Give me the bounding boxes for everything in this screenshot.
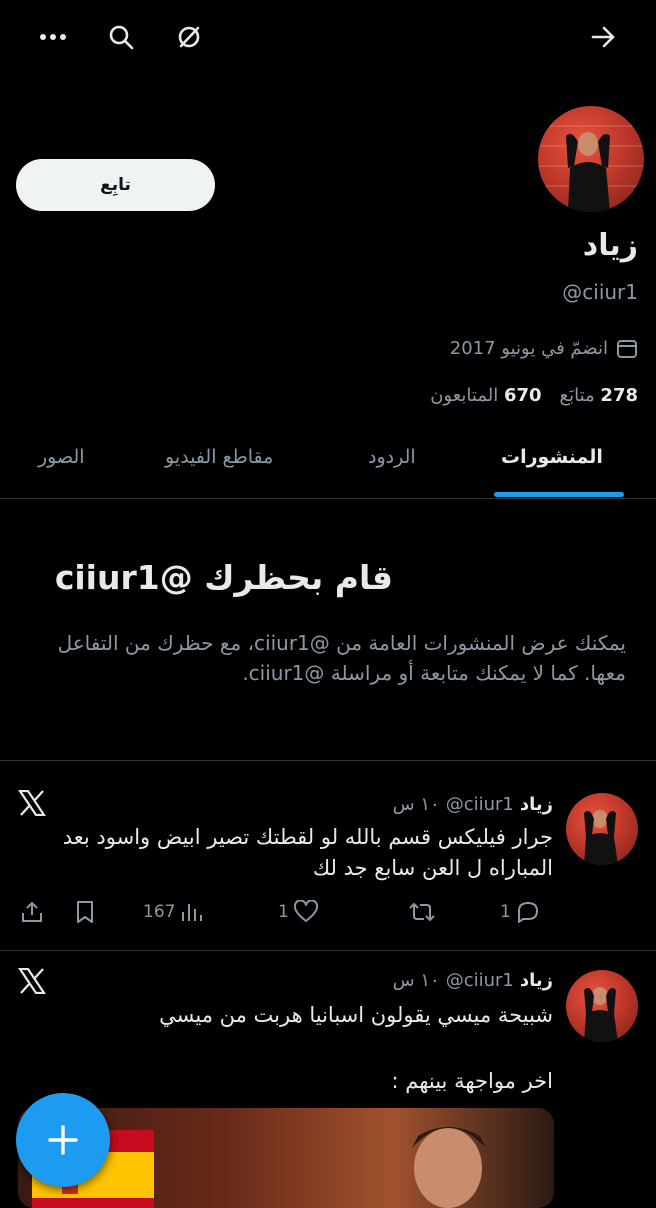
divider [0, 950, 656, 951]
post-text: جرار فيليكس قسم بالله لو لقطتك تصير ابيض… [62, 825, 553, 880]
profile-name: زياد [582, 228, 638, 263]
profile-avatar[interactable] [535, 103, 647, 215]
x-logo-icon [18, 790, 46, 816]
post-author-handle: @ciiur1 [445, 794, 514, 815]
view-count: 167 [143, 902, 176, 922]
blocked-body: يمكنك عرض المنشورات العامة من @ciiur1، م… [57, 631, 626, 685]
post-time: ١٠ س [392, 794, 440, 815]
post-avatar[interactable] [566, 970, 638, 1042]
share-icon [22, 901, 42, 922]
post-avatar[interactable] [566, 793, 638, 865]
tab-videos[interactable]: مقاطع الفيديو [165, 446, 273, 468]
views-button[interactable]: 167 [143, 900, 203, 924]
forward-arrow-icon [591, 26, 615, 48]
more-icon [40, 34, 66, 40]
share-button[interactable] [20, 900, 44, 924]
post-author-name[interactable]: زياد [520, 970, 553, 991]
post-text-line: اخر مواجهة بينهم : [391, 1069, 553, 1093]
repost-icon [409, 902, 435, 922]
divider [0, 760, 656, 761]
active-tab-indicator [494, 492, 624, 497]
follow-button[interactable]: تابِع [16, 159, 215, 211]
no-sync-icon [178, 26, 200, 48]
x-logo-icon [18, 968, 46, 994]
bookmark-button[interactable] [74, 900, 96, 924]
more-options-button[interactable] [36, 20, 70, 54]
profile-tabs: المنشورات الردود مقاطع الفيديو الصور [0, 430, 656, 499]
post-time: ١٠ س [392, 970, 440, 991]
blocked-title: قام بحظرك @ciiur1 [54, 558, 393, 597]
search-button[interactable] [104, 20, 138, 54]
heart-icon [293, 900, 318, 922]
person-photo-icon [584, 810, 618, 865]
post-author-name[interactable]: زياد [520, 794, 553, 815]
search-icon [109, 25, 134, 50]
tab-replies[interactable]: الردود [368, 446, 416, 468]
join-date: انضمّ في يونيو 2017 [450, 337, 638, 359]
reply-count: 1 [500, 902, 511, 922]
tab-posts[interactable]: المنشورات [501, 446, 603, 468]
reply-button[interactable]: 1 [500, 900, 541, 924]
back-button[interactable] [586, 20, 620, 54]
bookmark-icon [77, 901, 93, 923]
person-photo-icon [584, 987, 618, 1042]
plus-icon [48, 1125, 78, 1155]
post-author-handle: @ciiur1 [445, 970, 514, 991]
following-link[interactable]: 278 متابَع [560, 385, 638, 406]
tab-photos[interactable]: الصور [38, 446, 85, 468]
like-button[interactable]: 1 [278, 900, 319, 924]
reply-icon [517, 902, 538, 923]
post-header: زياد @ciiur1 ١٠ س [393, 794, 553, 815]
join-date-text: انضمّ في يونيو 2017 [449, 337, 608, 359]
compose-post-button[interactable] [16, 1093, 110, 1187]
person-photo-icon [538, 125, 644, 212]
like-count: 1 [278, 902, 289, 922]
player-photo-icon [412, 1127, 486, 1208]
post-header: زياد @ciiur1 ١٠ س [393, 970, 553, 991]
views-icon [182, 904, 203, 921]
grok-button[interactable] [172, 20, 206, 54]
post-text: شبيحة ميسي يقولون اسبانيا هربت من ميسي [159, 1003, 553, 1027]
followers-link[interactable]: 670 المتابعون [430, 385, 541, 406]
profile-handle: @ciiur1 [562, 280, 638, 304]
repost-button[interactable] [408, 900, 436, 924]
follow-stats: 278 متابَع 670 المتابعون [430, 385, 638, 406]
calendar-icon [617, 340, 637, 358]
